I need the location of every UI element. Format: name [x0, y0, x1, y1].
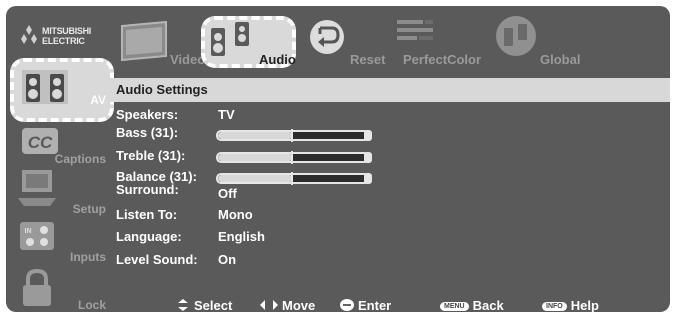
up-down-arrows-icon — [178, 299, 188, 311]
tab-video-label: Video — [170, 52, 206, 67]
setting-label: Language: — [116, 229, 182, 244]
setting-label: Treble (31): — [116, 148, 186, 163]
hint-back-label: Back — [472, 298, 504, 312]
brand-line1: MITSUBISHI — [42, 26, 92, 36]
sidebar-item-setup[interactable]: Setup — [6, 168, 108, 216]
setting-label: Speakers: — [116, 107, 179, 122]
padlock-icon — [23, 268, 51, 306]
info-key-chip: INFO — [542, 302, 567, 311]
bass-slider[interactable] — [216, 129, 372, 142]
sidebar-item-captions-label: Captions — [54, 152, 106, 166]
tab-global-label: Global — [540, 52, 581, 67]
setting-value: On — [218, 252, 237, 267]
setup-tv-icon — [18, 170, 56, 206]
tab-audio[interactable]: Audio — [201, 6, 296, 72]
tab-perfectcolor-label: PerfectColor — [403, 52, 482, 67]
setting-value: English — [218, 229, 265, 244]
globe-speakers-icon — [496, 16, 536, 56]
setting-label: Surround: — [116, 182, 179, 197]
side-menu: AV CC Captions Setup IN Inputs Lock — [6, 70, 108, 312]
mitsubishi-logo: MITSUBISHI ELECTRIC — [18, 22, 108, 62]
tab-perfectcolor[interactable]: PerfectColor — [391, 6, 491, 72]
speakers-icon — [22, 70, 68, 104]
setting-value: TV — [218, 107, 235, 122]
inputs-jack-icon: IN — [20, 222, 54, 250]
hint-enter: Enter — [340, 298, 391, 312]
sidebar-item-inputs[interactable]: IN Inputs — [6, 214, 108, 264]
tab-audio-label: Audio — [259, 52, 296, 67]
balance-slider[interactable] — [216, 172, 372, 185]
hint-move-label: Move — [282, 298, 316, 312]
sidebar-item-lock[interactable]: Lock — [6, 268, 108, 312]
tab-reset[interactable]: Reset — [306, 6, 386, 72]
svg-text:IN: IN — [25, 228, 32, 235]
sidebar-item-av[interactable]: AV — [6, 62, 108, 118]
hint-back: MENU Back — [440, 298, 504, 312]
three-diamonds-icon — [21, 25, 37, 44]
video-tv-icon — [121, 20, 167, 62]
treble-slider[interactable] — [216, 151, 372, 164]
section-title: Audio Settings — [116, 82, 208, 97]
setting-value: Off — [218, 186, 237, 201]
brand-line2: ELECTRIC — [42, 36, 85, 46]
tab-reset-label: Reset — [350, 52, 386, 67]
menu-key-chip: MENU — [440, 302, 469, 311]
section-header: Audio Settings — [110, 78, 670, 102]
hint-select: Select — [176, 298, 232, 312]
hint-move: Move — [260, 298, 315, 312]
sidebar-item-captions[interactable]: CC Captions — [6, 126, 108, 168]
tv-menu-screen: MITSUBISHI ELECTRIC Video Audio Reset Pe… — [6, 6, 670, 312]
sidebar-item-inputs-label: Inputs — [70, 250, 106, 264]
enter-button-icon — [340, 299, 354, 311]
sidebar-item-lock-label: Lock — [77, 298, 106, 312]
hint-enter-label: Enter — [358, 298, 392, 312]
sidebar-item-av-label: AV — [90, 93, 106, 107]
hint-help-label: Help — [570, 298, 599, 312]
svg-text:CC: CC — [28, 133, 53, 152]
reset-arrow-icon — [310, 20, 344, 54]
hint-select-label: Select — [194, 298, 233, 312]
setting-label: Level Sound: — [116, 252, 198, 267]
setting-label: Bass (31): — [116, 125, 179, 140]
speakers-icon — [211, 22, 249, 56]
hint-help: INFO Help — [542, 298, 599, 312]
tab-video[interactable]: Video — [114, 6, 206, 72]
tab-global[interactable]: Global — [494, 6, 594, 72]
left-right-arrows-icon — [260, 300, 278, 310]
setting-label: Listen To: — [116, 207, 178, 222]
setting-value: Mono — [218, 207, 253, 222]
footer-hints: Select Move Enter MENU Back INFO Help — [110, 298, 670, 312]
color-bars-icon — [397, 20, 433, 40]
